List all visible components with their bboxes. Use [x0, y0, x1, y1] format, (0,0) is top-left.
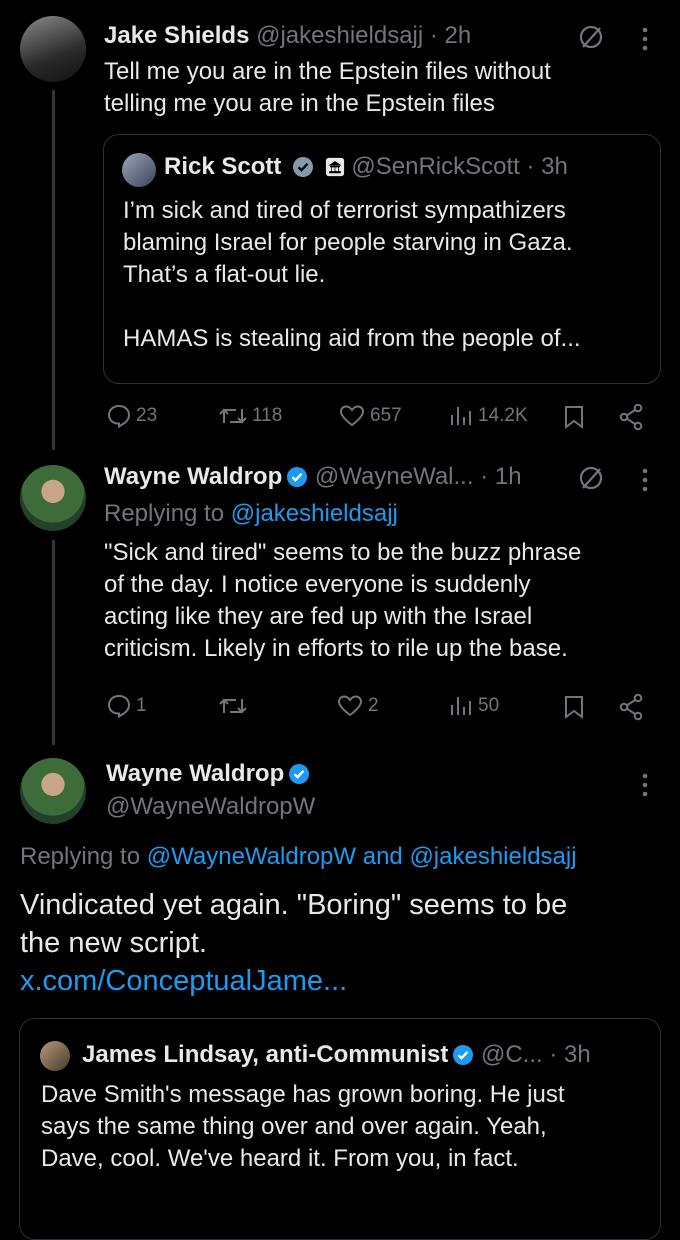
- verified-badge-icon: [289, 764, 310, 784]
- tweet-text-line: Vindicated yet again. "Boring" seems to …: [20, 889, 568, 921]
- author-handle[interactable]: @jakeshieldsajj: [256, 22, 423, 49]
- quote-text-line: That’s a flat-out lie.: [123, 261, 326, 288]
- quote-text-line: Dave Smith's message has grown boring. H…: [41, 1081, 565, 1108]
- tweet-text-line: of the day. I notice everyone is suddenl…: [104, 571, 531, 598]
- tweet3-author: Wayne Waldrop: [106, 760, 310, 788]
- timestamp[interactable]: · 2h: [430, 22, 471, 49]
- replying-to-label: Replying to: [20, 843, 141, 870]
- like-button[interactable]: 2: [336, 693, 379, 719]
- reply-icon: [107, 694, 131, 719]
- heart-icon: [337, 695, 363, 717]
- views-icon: [451, 697, 471, 715]
- like-count: 657: [370, 405, 402, 426]
- grok-icon[interactable]: [578, 24, 604, 50]
- quote-timestamp: · 3h: [549, 1041, 591, 1068]
- like-count: 2: [368, 695, 379, 716]
- tweet1-text: Tell me you are in the Epstein files wit…: [104, 56, 551, 120]
- author-handle[interactable]: @WayneWaldropW: [106, 793, 315, 821]
- quoted-tweet-james-lindsay[interactable]: James Lindsay, anti-Communist @C... · 3h…: [19, 1018, 661, 1240]
- thread-line: [52, 540, 55, 745]
- quote-header: Rick Scott @SenRickScott · 3h: [164, 153, 568, 181]
- quote-author-handle: @C...: [480, 1041, 543, 1068]
- replying-to: Replying to @WayneWaldropW and @jakeshie…: [20, 843, 577, 871]
- repost-button[interactable]: [218, 693, 248, 719]
- views-button[interactable]: 14.2K: [448, 403, 528, 429]
- quote-text: Dave Smith's message has grown boring. H…: [41, 1079, 565, 1175]
- author-name[interactable]: Wayne Waldrop: [104, 463, 282, 490]
- government-label-icon: [325, 157, 344, 177]
- quote-author-handle: @SenRickScott: [351, 153, 520, 180]
- quote-text-line: says the same thing over and over again.…: [41, 1113, 547, 1140]
- reply-icon: [107, 404, 131, 429]
- quote-author-name: Rick Scott: [164, 153, 282, 180]
- bookmark-icon[interactable]: [563, 404, 585, 430]
- tweet1-header: Jake Shields @jakeshieldsajj · 2h: [104, 22, 471, 50]
- timestamp[interactable]: · 1h: [480, 463, 521, 490]
- quote-author-name: James Lindsay, anti-Communist: [82, 1041, 449, 1068]
- quote-text-line: I’m sick and tired of terrorist sympathi…: [123, 197, 566, 224]
- thread-line: [52, 90, 55, 450]
- tweet-text-line: acting like they are fed up with the Isr…: [104, 603, 533, 630]
- tweet-text-line: the new script.: [20, 927, 207, 959]
- heart-icon: [339, 405, 365, 427]
- grok-icon[interactable]: [578, 465, 604, 491]
- quote-timestamp: · 3h: [526, 153, 568, 180]
- replying-to-label: Replying to: [104, 500, 225, 527]
- tweet-text-line: telling me you are in the Epstein files: [104, 90, 495, 117]
- replying-to-link[interactable]: @jakeshieldsajj: [231, 500, 398, 527]
- bookmark-icon[interactable]: [563, 694, 585, 720]
- tweet-text-line: Tell me you are in the Epstein files wit…: [104, 58, 551, 85]
- verified-badge-icon: [293, 157, 314, 177]
- views-count: 50: [478, 695, 500, 716]
- verified-badge-icon: [287, 467, 308, 487]
- tweet3-text: Vindicated yet again. "Boring" seems to …: [20, 886, 567, 1000]
- verified-badge-icon: [453, 1045, 474, 1065]
- reply-count: 1: [136, 695, 147, 716]
- more-options-icon[interactable]: [640, 772, 650, 798]
- reply-count: 23: [136, 405, 158, 426]
- avatar-rick-scott: [122, 153, 156, 187]
- author-handle[interactable]: @WayneWal...: [315, 463, 474, 490]
- tweet2-header: Wayne Waldrop @WayneWal... · 1h: [104, 463, 522, 491]
- author-name[interactable]: Wayne Waldrop: [106, 760, 284, 787]
- tweet-link[interactable]: x.com/ConceptualJame...: [20, 962, 567, 1000]
- repost-button[interactable]: 118: [218, 403, 282, 429]
- avatar-jake-shields[interactable]: [20, 16, 86, 82]
- repost-icon: [219, 698, 247, 714]
- quoted-tweet-rick-scott[interactable]: Rick Scott @SenRickScott · 3h I’m sick a…: [103, 134, 661, 384]
- quote-text: I’m sick and tired of terrorist sympathi…: [123, 195, 581, 355]
- repost-icon: [219, 408, 247, 424]
- replying-to: Replying to @jakeshieldsajj: [104, 500, 398, 528]
- share-icon[interactable]: [618, 403, 644, 431]
- views-count: 14.2K: [478, 405, 528, 426]
- replying-to-link[interactable]: @WayneWaldropW: [147, 843, 356, 870]
- reply-button[interactable]: 23: [106, 403, 157, 429]
- more-options-icon[interactable]: [640, 26, 650, 52]
- more-options-icon[interactable]: [640, 467, 650, 493]
- avatar-wayne-waldrop[interactable]: [20, 465, 86, 531]
- replying-to-link[interactable]: @jakeshieldsajj: [409, 843, 576, 870]
- reply-button[interactable]: 1: [106, 693, 147, 719]
- quote-text-line: blaming Israel for people starving in Ga…: [123, 229, 573, 256]
- tweet-text-line: "Sick and tired" seems to be the buzz ph…: [104, 539, 582, 566]
- repost-count: 118: [252, 405, 283, 426]
- avatar-wayne-waldrop[interactable]: [20, 758, 86, 824]
- replying-to-and: and: [362, 843, 403, 870]
- quote-text-line: Dave, cool. We've heard it. From you, in…: [41, 1145, 519, 1172]
- quote-header: James Lindsay, anti-Communist @C... · 3h: [82, 1041, 591, 1069]
- tweet-text-line: criticism. Likely in efforts to rile up …: [104, 635, 568, 662]
- tweet2-text: "Sick and tired" seems to be the buzz ph…: [104, 537, 581, 665]
- avatar-james-lindsay: [40, 1041, 70, 1071]
- like-button[interactable]: 657: [338, 403, 402, 429]
- quote-text-line: HAMAS is stealing aid from the people of…: [123, 325, 581, 352]
- views-icon: [451, 407, 471, 425]
- views-button[interactable]: 50: [448, 693, 499, 719]
- author-name[interactable]: Jake Shields: [104, 22, 249, 49]
- share-icon[interactable]: [618, 693, 644, 721]
